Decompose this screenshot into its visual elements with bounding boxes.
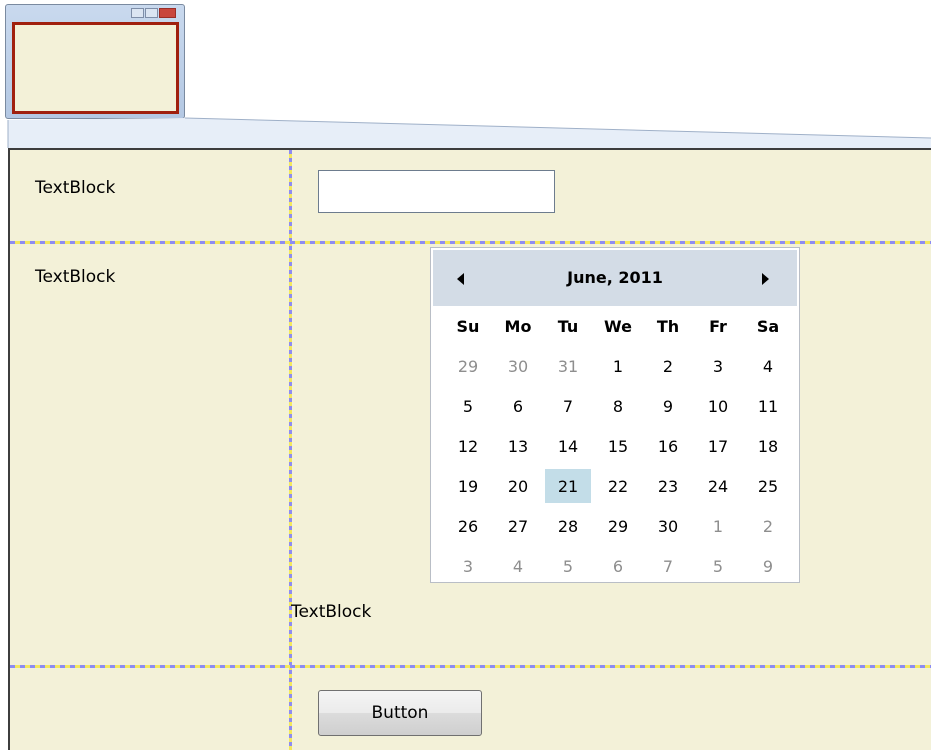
calendar-day-selected[interactable]: 21 xyxy=(545,469,591,503)
calendar-day[interactable]: 3 xyxy=(693,346,743,386)
design-surface[interactable]: TextBlock TextBlock June, 2011 Su Mo Tu We T… xyxy=(8,148,931,750)
text-input[interactable] xyxy=(318,170,555,213)
row1-textblock: TextBlock xyxy=(35,178,116,198)
day-header: Sa xyxy=(756,316,780,336)
calendar-day[interactable]: 19 xyxy=(443,466,493,506)
day-header: Th xyxy=(656,316,680,336)
calendar-day[interactable]: 27 xyxy=(493,506,543,546)
calendar-day[interactable]: 5 xyxy=(443,386,493,426)
calendar[interactable]: June, 2011 Su Mo Tu We Th Fr Sa 29 30 31 1 2 3 4 5 6 7 8 9… xyxy=(430,247,800,583)
calendar-day[interactable]: 22 xyxy=(593,466,643,506)
calendar-day[interactable]: 20 xyxy=(493,466,543,506)
calendar-day[interactable]: 4 xyxy=(743,346,793,386)
calendar-day[interactable]: 29 xyxy=(593,506,643,546)
grid-row-divider-1[interactable] xyxy=(10,241,931,244)
zoom-connector xyxy=(7,117,931,148)
calendar-grid: Su Mo Tu We Th Fr Sa 29 30 31 1 2 3 4 5 6 7 8 9 10 11 12 13 14 1… xyxy=(443,306,793,586)
day-header: Fr xyxy=(709,316,727,336)
calendar-day[interactable]: 12 xyxy=(443,426,493,466)
thumbnail-canvas xyxy=(12,22,179,114)
day-header: Mo xyxy=(504,316,532,336)
calendar-day[interactable]: 9 xyxy=(743,546,793,586)
thumbnail-caption-buttons xyxy=(131,8,176,18)
calendar-day[interactable]: 7 xyxy=(543,386,593,426)
calendar-day[interactable]: 16 xyxy=(643,426,693,466)
button-label: Button xyxy=(371,703,429,723)
calendar-day[interactable]: 25 xyxy=(743,466,793,506)
calendar-day[interactable]: 26 xyxy=(443,506,493,546)
calendar-day[interactable]: 4 xyxy=(493,546,543,586)
calendar-day[interactable]: 14 xyxy=(543,426,593,466)
calendar-day[interactable]: 1 xyxy=(693,506,743,546)
calendar-header: June, 2011 xyxy=(433,250,797,306)
calendar-day[interactable]: 15 xyxy=(593,426,643,466)
calendar-day[interactable]: 17 xyxy=(693,426,743,466)
day-header: We xyxy=(604,316,632,336)
button[interactable]: Button xyxy=(318,690,482,736)
calendar-day[interactable]: 2 xyxy=(743,506,793,546)
calendar-day[interactable]: 2 xyxy=(643,346,693,386)
minimize-icon xyxy=(131,8,144,18)
close-icon xyxy=(159,8,176,18)
calendar-day[interactable]: 5 xyxy=(693,546,743,586)
calendar-day[interactable]: 23 xyxy=(643,466,693,506)
calendar-day[interactable]: 6 xyxy=(493,386,543,426)
calendar-day[interactable]: 6 xyxy=(593,546,643,586)
bottom-textblock: TextBlock xyxy=(291,602,372,622)
calendar-day[interactable]: 11 xyxy=(743,386,793,426)
calendar-day[interactable]: 24 xyxy=(693,466,743,506)
calendar-day[interactable]: 7 xyxy=(643,546,693,586)
calendar-day[interactable]: 5 xyxy=(543,546,593,586)
calendar-day[interactable]: 30 xyxy=(493,346,543,386)
calendar-day[interactable]: 18 xyxy=(743,426,793,466)
calendar-month-title[interactable]: June, 2011 xyxy=(433,268,797,287)
window-thumbnail[interactable] xyxy=(5,4,185,119)
day-header: Su xyxy=(456,316,480,336)
day-header: Tu xyxy=(557,316,579,336)
calendar-day[interactable]: 9 xyxy=(643,386,693,426)
calendar-day[interactable]: 10 xyxy=(693,386,743,426)
calendar-day[interactable]: 3 xyxy=(443,546,493,586)
chevron-right-icon[interactable] xyxy=(762,273,769,285)
calendar-day[interactable]: 8 xyxy=(593,386,643,426)
calendar-day[interactable]: 29 xyxy=(443,346,493,386)
row2-textblock: TextBlock xyxy=(35,267,116,287)
calendar-day[interactable]: 31 xyxy=(543,346,593,386)
calendar-day[interactable]: 30 xyxy=(643,506,693,546)
maximize-icon xyxy=(145,8,158,18)
calendar-day[interactable]: 28 xyxy=(543,506,593,546)
calendar-day[interactable]: 1 xyxy=(593,346,643,386)
grid-row-divider-2[interactable] xyxy=(10,665,931,668)
grid-column-divider[interactable] xyxy=(289,150,292,750)
calendar-day[interactable]: 13 xyxy=(493,426,543,466)
